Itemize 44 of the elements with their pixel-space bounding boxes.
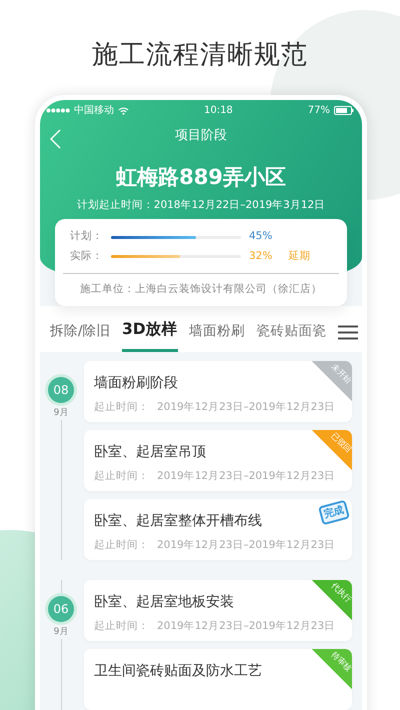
project-period: 计划起止时间：2018年12月22日–2019年3月12日 bbox=[76, 198, 326, 212]
progress-percent: 45% bbox=[249, 229, 272, 244]
task-title: 卫生间瓷砖贴面及防水工艺 bbox=[94, 662, 262, 681]
time-label: 起止时间： bbox=[94, 620, 149, 632]
status-text: 待审核 bbox=[328, 649, 354, 674]
status-text: 未开始 bbox=[328, 361, 354, 386]
battery-icon bbox=[334, 106, 354, 115]
month-label: 9月 bbox=[54, 406, 68, 420]
time-label: 起止时间： bbox=[94, 470, 149, 482]
project-name: 虹梅路889弄小区 bbox=[115, 164, 287, 191]
date-badge: 08 bbox=[48, 376, 74, 403]
task-title: 卧室、起居室地板安装 bbox=[94, 592, 234, 612]
date-badge: 06 bbox=[48, 596, 74, 622]
clock: 10:18 bbox=[204, 104, 233, 118]
signal-icon bbox=[46, 108, 70, 113]
tab[interactable]: 3D放样 bbox=[122, 318, 178, 352]
tab[interactable]: 拆除/除旧 bbox=[50, 320, 111, 352]
tab[interactable]: 墙面粉刷 bbox=[189, 320, 246, 352]
tab[interactable]: 瓷砖贴面瓷 bbox=[256, 320, 327, 352]
time-label: 起止时间： bbox=[94, 538, 149, 551]
page-title: 项目阶段 bbox=[175, 127, 227, 146]
progress-label: 计划： bbox=[69, 229, 103, 244]
time-label: 起止时间： bbox=[94, 400, 149, 413]
time-range: 2019年12月23日–2019年12月23日 bbox=[157, 400, 336, 413]
progress-percent: 32% bbox=[249, 249, 272, 264]
contractor-text: 施工单位：上海白云装饰设计有限公司（徐汇店） bbox=[79, 282, 323, 297]
time-range: 2019年12月23日–2019年12月23日 bbox=[157, 470, 336, 482]
menu-icon bbox=[338, 324, 358, 340]
task-title: 卧室、起居室整体开槽布线 bbox=[94, 512, 262, 531]
wifi-icon bbox=[118, 106, 129, 114]
status-text: 代执行 bbox=[328, 580, 354, 606]
carrier-name: 中国移动 bbox=[74, 104, 114, 118]
status-stamp: 完成 bbox=[318, 499, 350, 526]
battery-percent: 77% bbox=[308, 104, 330, 118]
status-text: 已驳回 bbox=[328, 430, 354, 456]
delay-label: 延期 bbox=[288, 249, 310, 264]
headline: 施工流程清晰规范 bbox=[91, 39, 309, 72]
time-range: 2019年12月23日–2019年12月23日 bbox=[157, 620, 336, 632]
back-icon bbox=[50, 128, 61, 149]
task-title: 卧室、起居室吊顶 bbox=[94, 442, 206, 462]
task-title: 墙面粉刷阶段 bbox=[94, 374, 178, 393]
time-range: 2019年12月23日–2019年12月23日 bbox=[157, 538, 336, 551]
month-label: 9月 bbox=[54, 626, 68, 639]
progress-label: 实际： bbox=[69, 249, 103, 264]
